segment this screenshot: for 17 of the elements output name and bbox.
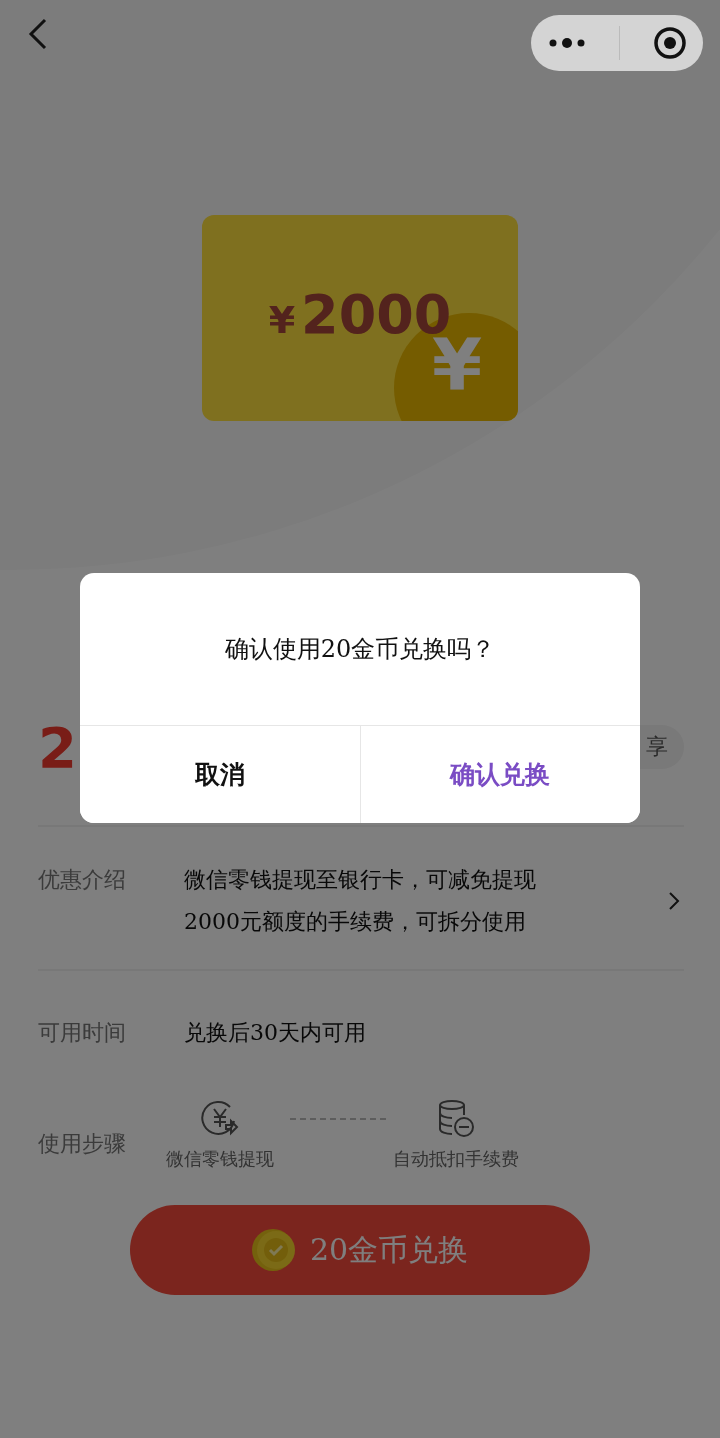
back-icon[interactable] <box>28 18 48 50</box>
detail-text: 2000元额度的手续费，可拆分使用 <box>184 908 527 936</box>
price-value: 2 <box>38 714 77 780</box>
database-minus-icon <box>436 1099 476 1139</box>
currency-symbol: ¥ <box>268 297 296 342</box>
detail-text: 微信零钱提现至银行卡，可减免提现 <box>184 866 537 894</box>
close-icon[interactable] <box>652 26 687 60</box>
detail-label: 可用时间 <box>38 1019 127 1047</box>
step-label: 微信零钱提现 <box>166 1147 274 1171</box>
detail-text: 兑换后30天内可用 <box>184 1019 367 1047</box>
chevron-icon[interactable] <box>668 891 680 911</box>
coin-icon <box>251 1227 298 1273</box>
detail-label: 优惠介绍 <box>38 866 127 894</box>
dialog-message: 确认使用20金币兑换吗？ <box>223 634 497 665</box>
detail-label: 使用步骤 <box>38 1130 127 1158</box>
step-label: 自动抵扣手续费 <box>393 1147 519 1171</box>
cancel-button[interactable]: 取消 <box>80 726 361 823</box>
